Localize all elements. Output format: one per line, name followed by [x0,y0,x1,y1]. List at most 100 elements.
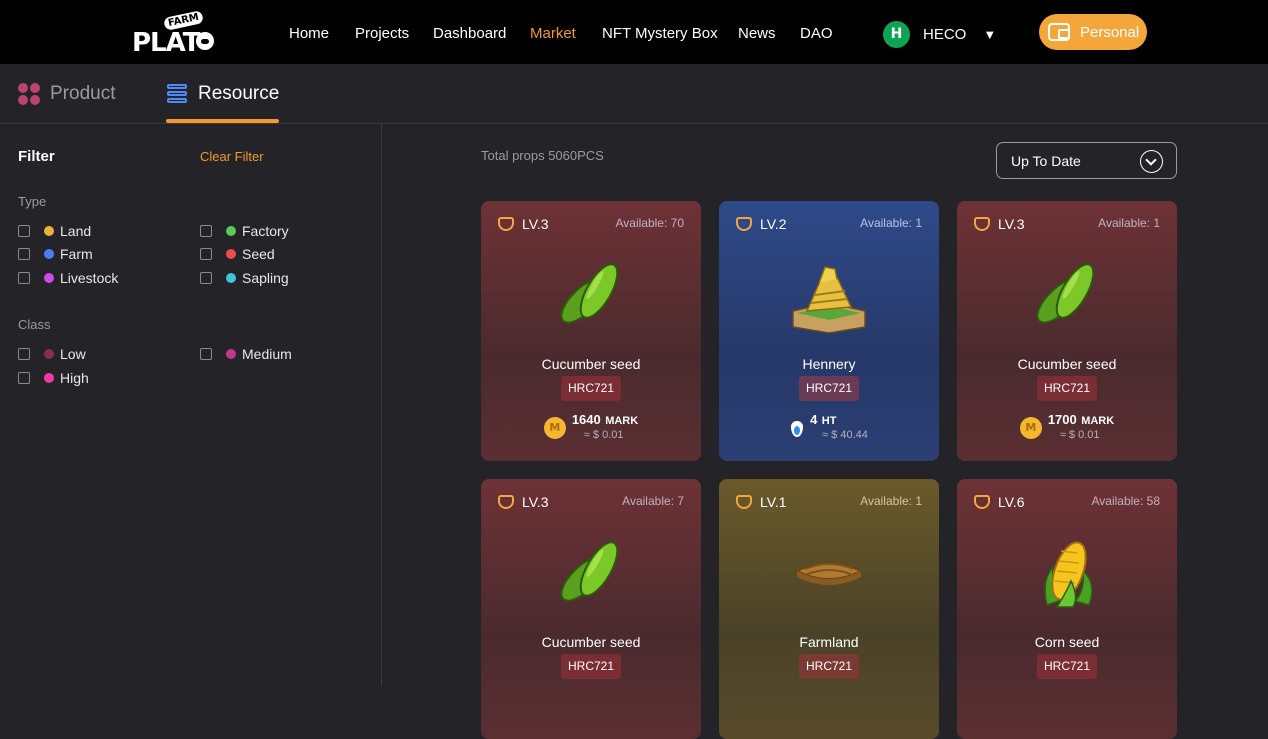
level-label: LV.1 [760,494,787,510]
chevron-down-icon [1140,150,1163,173]
item-name: Cucumber seed [541,634,641,650]
tab-product-label: Product [50,82,116,104]
nav-market[interactable]: Market [530,0,576,64]
filter-option-sapling[interactable]: Sapling [200,269,289,287]
cucumber-image [1036,263,1095,324]
nav-projects[interactable]: Projects [355,0,409,64]
gem-icon [736,495,752,509]
sapling-color-dot [226,273,236,283]
filter-option-farm[interactable]: Farm [18,245,93,263]
nav-nft-mystery-box[interactable]: NFT Mystery Box [602,0,718,64]
corn-image [1044,541,1093,608]
filter-option-low[interactable]: Low [18,345,86,363]
market-card[interactable]: LV.1 Available: 1 Farmland HRC721 [719,479,939,739]
token-standard-badge: HRC721 [799,376,859,401]
checkbox[interactable] [18,225,30,237]
market-card[interactable]: LV.3 Available: 1 Cucumber seed HRC721 M… [957,201,1177,461]
tab-resource-label: Resource [198,82,280,104]
price: M 1700 MARK ≈ $ 0.01 [957,413,1177,442]
clear-filter-link[interactable]: Clear Filter [200,149,264,164]
gem-icon [736,217,752,231]
price-amount: 4 [810,412,818,427]
option-label: Livestock [60,270,119,286]
gem-icon [498,495,514,509]
item-name: Corn seed [1034,634,1100,650]
filter-option-livestock[interactable]: Livestock [18,269,118,287]
option-label: Sapling [242,270,289,286]
market-card[interactable]: LV.6 Available: 58 Corn seed HRC721 [957,479,1177,739]
farmland-image [794,562,864,585]
filter-option-seed[interactable]: Seed [200,245,275,263]
option-label: Land [60,223,92,239]
medium-color-dot [226,349,236,359]
checkbox[interactable] [18,348,30,360]
item-name: Cucumber seed [1017,356,1117,372]
available-count: Available: 1 [1098,216,1160,230]
available-count: Available: 7 [622,494,684,508]
pig-logo-icon [196,32,214,50]
tab-product[interactable]: Product [18,64,115,123]
nav-news[interactable]: News [738,0,776,64]
market-card[interactable]: LV.3 Available: 7 Cucumber seed HRC721 [481,479,701,739]
token-standard-badge: HRC721 [561,654,621,679]
tab-resource[interactable]: Resource [166,64,280,123]
filter-option-land[interactable]: Land [18,222,91,240]
gem-icon [498,217,514,231]
checkbox[interactable] [18,272,30,284]
level-indicator: LV.1 [736,494,786,510]
mark-coin-icon: M [1019,416,1042,439]
price-amount: 1640 [571,412,601,427]
price-usd: ≈ $ 0.01 [1059,429,1100,441]
farm-plato-logo[interactable]: FARM PLAT [132,10,216,58]
heco-chain-icon: H [883,20,910,48]
level-label: LV.3 [998,216,1025,232]
checkbox[interactable] [200,348,212,360]
caret-down-icon: ▼ [983,26,997,42]
logo-text: PLAT [132,28,200,58]
hennery-image [792,266,866,333]
total-props-count: Total props 5060PCS [481,148,604,163]
gem-icon [974,495,990,509]
wallet-icon [1048,23,1070,41]
factory-color-dot [226,226,236,236]
layers-icon [166,83,188,104]
checkbox[interactable] [18,372,30,384]
checkbox[interactable] [200,272,212,284]
high-color-dot [44,373,54,383]
level-indicator: LV.3 [974,216,1024,232]
market-card[interactable]: LV.2 Available: 1 Hennery HRC721 4 HT ≈ … [719,201,939,461]
chain-selector[interactable]: H HECO ▼ [883,20,996,48]
price-unit: HT [821,415,837,427]
price-unit: MARK [605,415,639,427]
price-amount: 1700 [1047,412,1077,427]
token-standard-badge: HRC721 [799,654,859,679]
token-standard-badge: HRC721 [561,376,621,401]
item-name: Hennery [802,356,856,372]
nav-dao[interactable]: DAO [800,0,833,64]
option-label: Seed [242,246,275,262]
nav-home[interactable]: Home [289,0,329,64]
option-label: Medium [242,346,292,362]
personal-button[interactable]: Personal [1039,14,1147,50]
ht-token-icon [790,417,804,439]
level-indicator: LV.6 [974,494,1024,510]
option-label: Farm [60,246,93,262]
filter-option-factory[interactable]: Factory [200,222,289,240]
checkbox[interactable] [18,248,30,260]
option-label: High [60,370,89,386]
low-color-dot [44,349,54,359]
sort-dropdown[interactable]: Up To Date [996,142,1177,179]
clover-icon [18,82,40,105]
farm-color-dot [44,249,54,259]
mark-coin-icon: M [543,416,566,439]
personal-label: Personal [1080,23,1140,41]
market-card[interactable]: LV.3 Available: 70 Cucumber seed HRC721 … [481,201,701,461]
checkbox[interactable] [200,248,212,260]
checkbox[interactable] [200,225,212,237]
filter-option-medium[interactable]: Medium [200,345,292,363]
nav-dashboard[interactable]: Dashboard [433,0,506,64]
sort-label: Up To Date [1011,153,1081,169]
filter-option-high[interactable]: High [18,369,89,387]
price: M 1640 MARK ≈ $ 0.01 [481,413,701,442]
chain-label: HECO [923,25,967,43]
